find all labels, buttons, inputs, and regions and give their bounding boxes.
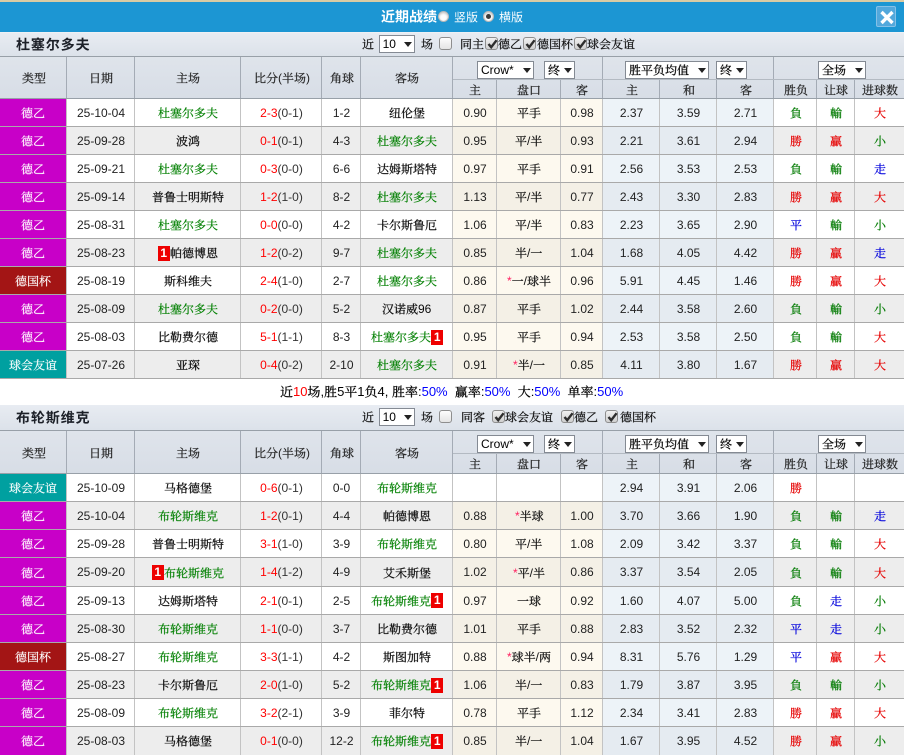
svg-text:): ) bbox=[305, 71, 309, 85]
svg-text:/: / bbox=[530, 358, 534, 372]
svg-text:): ) bbox=[305, 446, 309, 460]
svg-text:(: ( bbox=[278, 71, 282, 85]
svg-text:5: 5 bbox=[337, 384, 344, 399]
svg-text:/: / bbox=[536, 650, 540, 664]
svg-text:/: / bbox=[530, 566, 534, 580]
svg-text:/: / bbox=[527, 537, 531, 551]
svg-text:96: 96 bbox=[418, 302, 432, 316]
svg-text:,: , bbox=[321, 384, 325, 399]
svg-text:1: 1 bbox=[358, 384, 365, 399]
svg-text:4,: 4, bbox=[378, 384, 389, 399]
svg-text:*: * bbox=[513, 358, 518, 372]
svg-text:(: ( bbox=[278, 446, 282, 460]
svg-text:*: * bbox=[507, 274, 512, 288]
svg-text:*: * bbox=[515, 509, 520, 523]
svg-text:50%: 50% bbox=[485, 384, 511, 399]
svg-text:*: * bbox=[507, 650, 512, 664]
svg-text:/: / bbox=[527, 678, 531, 692]
svg-text:*: * bbox=[513, 566, 518, 580]
svg-text:50%: 50% bbox=[535, 384, 561, 399]
svg-text:/: / bbox=[527, 190, 531, 204]
svg-text:50%: 50% bbox=[598, 384, 624, 399]
svg-text:/: / bbox=[527, 134, 531, 148]
svg-text:50%: 50% bbox=[422, 384, 448, 399]
svg-text:/: / bbox=[527, 218, 531, 232]
svg-text:/: / bbox=[524, 274, 528, 288]
svg-text:/: / bbox=[527, 246, 531, 260]
svg-text:/: / bbox=[527, 734, 531, 748]
svg-text:10: 10 bbox=[293, 384, 307, 399]
